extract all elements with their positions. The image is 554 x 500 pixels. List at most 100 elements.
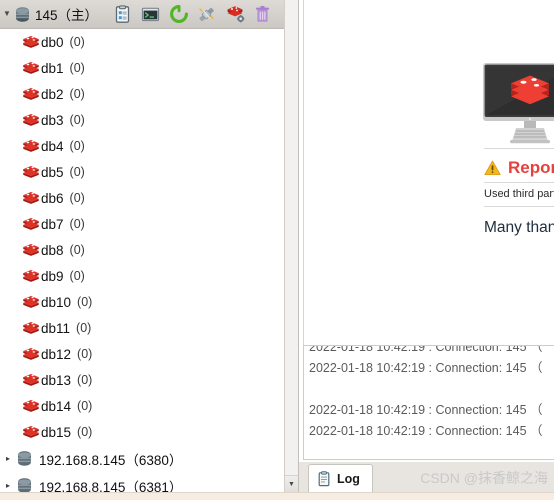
database-name: db11 [41, 320, 71, 336]
database-name: db8 [41, 242, 64, 258]
database-key-count: (0) [77, 295, 93, 309]
third-party-note: Used third party [484, 188, 554, 200]
database-name: db14 [41, 398, 72, 414]
redis-db-icon [23, 35, 39, 48]
connection-toolbar [112, 4, 273, 25]
log-line: 2022-01-18 10:42:19 : Connection: 145 （ [309, 403, 543, 417]
tree-item-list: db0 (0) db1 (0) db2 (0) db3 (0) db4 (0) db5 (0) db6 (… [0, 29, 285, 492]
tree-header-row[interactable]: ▼ 145（主） [0, 0, 285, 29]
tree-row-database[interactable]: db7 (0) [0, 211, 285, 237]
tree-row-database[interactable]: db10 (0) [0, 289, 285, 315]
tree-row-database[interactable]: db5 (0) [0, 159, 285, 185]
database-key-count: (0) [69, 87, 85, 101]
database-name: db12 [41, 346, 72, 362]
tree-row-server[interactable]: ▸ 192.168.8.145（6380） [0, 445, 285, 472]
right-content-area: Report Used third party Many than 2022-0… [299, 0, 554, 492]
redis-db-icon [23, 269, 39, 282]
welcome-document-pane: Report Used third party Many than [303, 0, 554, 345]
redis-db-icon [23, 295, 39, 308]
redis-config-icon[interactable] [224, 4, 245, 25]
app-window: ▼ 145（主） db0 (0) db1 (0) db2 (0) db3 (0)… [0, 0, 554, 500]
database-name: db5 [41, 164, 64, 180]
redis-db-icon [23, 217, 39, 230]
report-heading: Report [484, 158, 554, 178]
chevron-right-icon[interactable]: ▸ [0, 454, 16, 463]
database-name: db6 [41, 190, 64, 206]
tree-row-database[interactable]: db9 (0) [0, 263, 285, 289]
warning-triangle-icon [484, 160, 501, 175]
redis-db-icon [23, 373, 39, 386]
redis-db-icon [23, 321, 39, 334]
server-address: 192.168.8.145（6381） [39, 479, 183, 493]
scroll-down-arrow-icon[interactable]: ▼ [285, 475, 298, 492]
log-line: 2022-01-18 10:42:19 : Connection: 145 （ [309, 424, 543, 438]
tab-log[interactable]: Log [308, 464, 373, 492]
log-output-panel[interactable]: 2022-01-18 10:42:19 : Connection: 145 （ 2… [303, 345, 554, 460]
server-icon [18, 478, 31, 492]
tree-row-database[interactable]: db6 (0) [0, 185, 285, 211]
redis-db-icon [23, 139, 39, 152]
tree-vertical-scrollbar[interactable]: ▼ [284, 0, 298, 492]
database-key-count: (0) [69, 139, 85, 153]
trash-icon[interactable] [252, 4, 273, 25]
tree-row-database[interactable]: db4 (0) [0, 133, 285, 159]
tree-row-database[interactable]: db2 (0) [0, 81, 285, 107]
server-icon [18, 451, 31, 466]
thanks-line: Many than [484, 219, 554, 236]
tree-row-database[interactable]: db12 (0) [0, 341, 285, 367]
database-name: db10 [41, 294, 72, 310]
chevron-down-icon[interactable]: ▼ [0, 10, 14, 18]
tree-row-database[interactable]: db3 (0) [0, 107, 285, 133]
divider-mid [484, 182, 554, 183]
database-key-count: (0) [77, 373, 93, 387]
database-name: db13 [41, 372, 72, 388]
tree-row-database[interactable]: db0 (0) [0, 29, 285, 55]
log-line: 2022-01-18 10:42:19 : Connection: 145 （ [309, 361, 543, 375]
redis-db-icon [23, 61, 39, 74]
database-key-count: (0) [69, 35, 85, 49]
database-name: db0 [41, 34, 64, 50]
clipboard-icon [318, 470, 330, 486]
redis-db-icon [23, 399, 39, 412]
log-line-list: 2022-01-18 10:42:19 : Connection: 145 （ 2… [309, 346, 554, 442]
clipboard-icon[interactable] [112, 4, 133, 25]
server-rows: ▸ 192.168.8.145（6380） ▸ 192.168.8.145（6381） [0, 445, 285, 492]
redis-monitor-icon [482, 62, 554, 147]
connection-title: 145（主） [35, 8, 99, 23]
terminal-icon[interactable] [140, 4, 161, 25]
database-key-count: (0) [69, 217, 85, 231]
database-name: db15 [41, 424, 72, 440]
server-address: 192.168.8.145（6380） [39, 452, 183, 468]
tree-row-database[interactable]: db8 (0) [0, 237, 285, 263]
database-key-count: (0) [69, 61, 85, 75]
database-key-count: (0) [77, 425, 93, 439]
divider-top [484, 148, 554, 149]
database-key-count: (0) [77, 347, 93, 361]
database-name: db2 [41, 86, 64, 102]
watermark: CSDN @抹香鲸之海 [420, 470, 548, 486]
database-key-count: (0) [69, 113, 85, 127]
report-title: Report [508, 158, 554, 177]
bottom-strip [0, 492, 554, 500]
tree-row-database[interactable]: db15 (0) [0, 419, 285, 445]
redis-db-icon [23, 243, 39, 256]
divider-bottom [484, 206, 554, 207]
tree-row-server[interactable]: ▸ 192.168.8.145（6381） [0, 472, 285, 492]
tab-log-label: Log [337, 471, 360, 486]
redis-db-icon [23, 347, 39, 360]
refresh-icon[interactable] [168, 4, 189, 25]
database-key-count: (0) [69, 269, 85, 283]
redis-db-icon [23, 87, 39, 100]
tree-row-database[interactable]: db13 (0) [0, 367, 285, 393]
disconnect-plug-icon[interactable] [196, 4, 217, 25]
redis-db-icon [23, 113, 39, 126]
database-key-count: (0) [77, 399, 93, 413]
tree-row-database[interactable]: db1 (0) [0, 55, 285, 81]
tree-row-database[interactable]: db11 (0) [0, 315, 285, 341]
database-name: db9 [41, 268, 64, 284]
redis-db-icon [23, 191, 39, 204]
tree-row-database[interactable]: db14 (0) [0, 393, 285, 419]
bottom-tab-bar: Log CSDN @抹香鲸之海 [299, 462, 554, 492]
database-key-count: (0) [69, 243, 85, 257]
chevron-right-icon[interactable]: ▸ [0, 481, 16, 490]
